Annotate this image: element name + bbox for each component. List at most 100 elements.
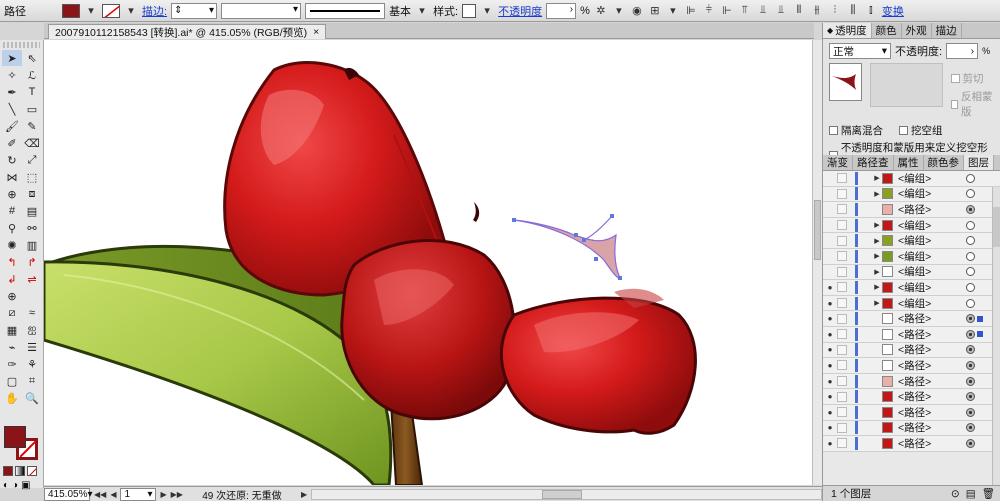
- chevron-down-icon[interactable]: ▾: [666, 4, 680, 18]
- layer-row[interactable]: <路径>: [823, 202, 1000, 218]
- visibility-eye-icon[interactable]: ●: [825, 299, 835, 308]
- lock-toggle[interactable]: [837, 438, 847, 449]
- twirl-tool-icon[interactable]: ஐ: [22, 322, 42, 338]
- type-tool-icon[interactable]: T: [22, 84, 42, 100]
- screen-mode-icon[interactable]: ▣: [21, 480, 30, 491]
- canvas-horizontal-scrollbar[interactable]: [311, 488, 822, 500]
- opacity-field[interactable]: ›: [546, 2, 577, 19]
- free-transform-tool-icon[interactable]: ⬚: [22, 169, 42, 185]
- layer-row[interactable]: ▶ <编组>: [823, 186, 1000, 203]
- custom-tool-c-icon[interactable]: ↲: [2, 271, 22, 287]
- fill-color-swatch[interactable]: [62, 3, 80, 18]
- distribute-horizontal-icon[interactable]: ⫼: [846, 4, 860, 18]
- distribute-bottom-icon[interactable]: ⫶: [828, 4, 842, 18]
- lock-toggle[interactable]: [837, 204, 847, 215]
- recolor-artwork-icon[interactable]: ✲: [594, 4, 608, 18]
- target-circle-icon[interactable]: [966, 438, 975, 448]
- layer-row[interactable]: ● <路径>: [823, 404, 1000, 421]
- list-tool-icon[interactable]: ☰: [22, 339, 42, 355]
- selection-indicator[interactable]: [977, 331, 983, 338]
- canvas-vertical-scrollbar[interactable]: [812, 40, 822, 485]
- delete-layer-icon[interactable]: 🗑: [982, 487, 995, 500]
- anchor-point[interactable]: [512, 218, 516, 222]
- expand-triangle-icon[interactable]: ▶: [872, 283, 882, 291]
- expand-triangle-icon[interactable]: ▶: [872, 252, 882, 260]
- anchor-point[interactable]: [582, 238, 586, 242]
- pen-tool-icon[interactable]: ✒: [2, 84, 22, 100]
- chevron-down-icon[interactable]: ▾: [612, 4, 626, 18]
- layer-row[interactable]: ● <路径>: [823, 420, 1000, 437]
- zoom-tool-icon[interactable]: 🔍: [22, 390, 42, 406]
- target-circle-icon[interactable]: [966, 173, 975, 183]
- magic-wand-tool-icon[interactable]: ✧: [2, 67, 22, 83]
- opacity-field[interactable]: ›: [946, 43, 979, 59]
- pencil-tool-icon[interactable]: ✎: [22, 118, 42, 134]
- gradient-tool-icon[interactable]: ▤: [22, 203, 42, 219]
- target-circle-icon[interactable]: [966, 392, 975, 402]
- draw-behind-icon[interactable]: ◑: [12, 480, 18, 491]
- panel-grip[interactable]: [3, 42, 40, 48]
- last-artboard-button[interactable]: ▶▶: [171, 490, 183, 499]
- eyedropper-tool-icon[interactable]: ⚲: [2, 220, 22, 236]
- prev-artboard-button[interactable]: ◀: [110, 490, 116, 499]
- layer-row[interactable]: ▶ <编组>: [823, 264, 1000, 281]
- none-mode-icon[interactable]: [27, 466, 37, 476]
- fill-stroke-widget[interactable]: [4, 426, 40, 462]
- rectangle-tool-icon[interactable]: ▭: [22, 101, 42, 117]
- isolate-icon[interactable]: ◉: [630, 4, 644, 18]
- align-bottom-icon[interactable]: ⫫: [774, 4, 788, 18]
- graphic-style-swatch[interactable]: [462, 3, 477, 18]
- tab-transparency[interactable]: ◆ 透明度: [823, 23, 872, 38]
- lock-toggle[interactable]: [837, 376, 847, 387]
- stroke-panel-link[interactable]: 描边:: [142, 3, 167, 19]
- first-artboard-button[interactable]: ◀◀: [94, 490, 106, 499]
- object-thumbnail[interactable]: [829, 63, 862, 101]
- selected-path[interactable]: [512, 214, 622, 280]
- chevron-down-icon[interactable]: ▾: [415, 4, 429, 18]
- direct-selection-tool-icon[interactable]: ⇖: [22, 50, 42, 66]
- reference-point-icon[interactable]: ⊞: [648, 4, 662, 18]
- scroll-thumb[interactable]: [542, 489, 583, 499]
- visibility-eye-icon[interactable]: ●: [825, 283, 835, 292]
- new-sublayer-icon[interactable]: ▤: [966, 488, 976, 500]
- transform-panel-link[interactable]: 变换: [882, 3, 904, 19]
- blend-tool-icon[interactable]: ⚯: [22, 220, 42, 236]
- line-segment-tool-icon[interactable]: ╲: [2, 101, 22, 117]
- target-circle-icon[interactable]: [966, 360, 975, 370]
- lock-toggle[interactable]: [837, 251, 847, 262]
- column-graph-tool-icon[interactable]: ▥: [22, 237, 42, 253]
- chevron-down-icon[interactable]: ▾: [124, 4, 138, 18]
- selection-tool-icon[interactable]: ➤: [2, 50, 22, 66]
- tab-stroke[interactable]: 描边: [932, 23, 962, 38]
- target-circle-icon[interactable]: [966, 220, 975, 230]
- stroke-weight-field[interactable]: ⇕ ▾: [171, 2, 218, 19]
- color-mode-icon[interactable]: [3, 466, 13, 476]
- crop-tool-icon[interactable]: ⌗: [22, 373, 42, 389]
- visibility-eye-icon[interactable]: ●: [825, 439, 835, 448]
- lock-toggle[interactable]: [837, 220, 847, 231]
- artboard-number-field[interactable]: 1 ▾: [120, 487, 157, 501]
- expand-triangle-icon[interactable]: ▶: [872, 237, 882, 245]
- layer-row[interactable]: ▶ <编组>: [823, 248, 1000, 265]
- anchor-point[interactable]: [618, 276, 622, 280]
- lasso-tool-icon[interactable]: ℒ: [22, 67, 42, 83]
- target-circle-icon[interactable]: [966, 298, 975, 308]
- expand-triangle-icon[interactable]: ▶: [872, 174, 882, 182]
- lock-toggle[interactable]: [837, 266, 847, 277]
- anchor-point[interactable]: [594, 257, 598, 261]
- tab-appearance[interactable]: 外观: [902, 23, 932, 38]
- visibility-eye-icon[interactable]: ●: [825, 392, 835, 401]
- opacity-panel-link[interactable]: 不透明度: [498, 3, 542, 19]
- target-circle-icon[interactable]: [966, 251, 975, 261]
- isolate-blending-checkbox[interactable]: 隔离混合: [829, 123, 883, 138]
- tab-layers[interactable]: 图层: [964, 155, 994, 170]
- layer-row[interactable]: ▶ <编组>: [823, 171, 1000, 187]
- visibility-eye-icon[interactable]: ●: [825, 314, 835, 323]
- target-circle-icon[interactable]: [966, 282, 975, 292]
- visibility-eye-icon[interactable]: ●: [825, 330, 835, 339]
- align-middle-icon[interactable]: ⫫: [756, 4, 770, 18]
- symbol-sprayer-tool-icon[interactable]: ✺: [2, 237, 22, 253]
- layer-row[interactable]: ● <路径>: [823, 342, 1000, 359]
- lock-toggle[interactable]: [837, 360, 847, 371]
- lock-toggle[interactable]: [837, 422, 847, 433]
